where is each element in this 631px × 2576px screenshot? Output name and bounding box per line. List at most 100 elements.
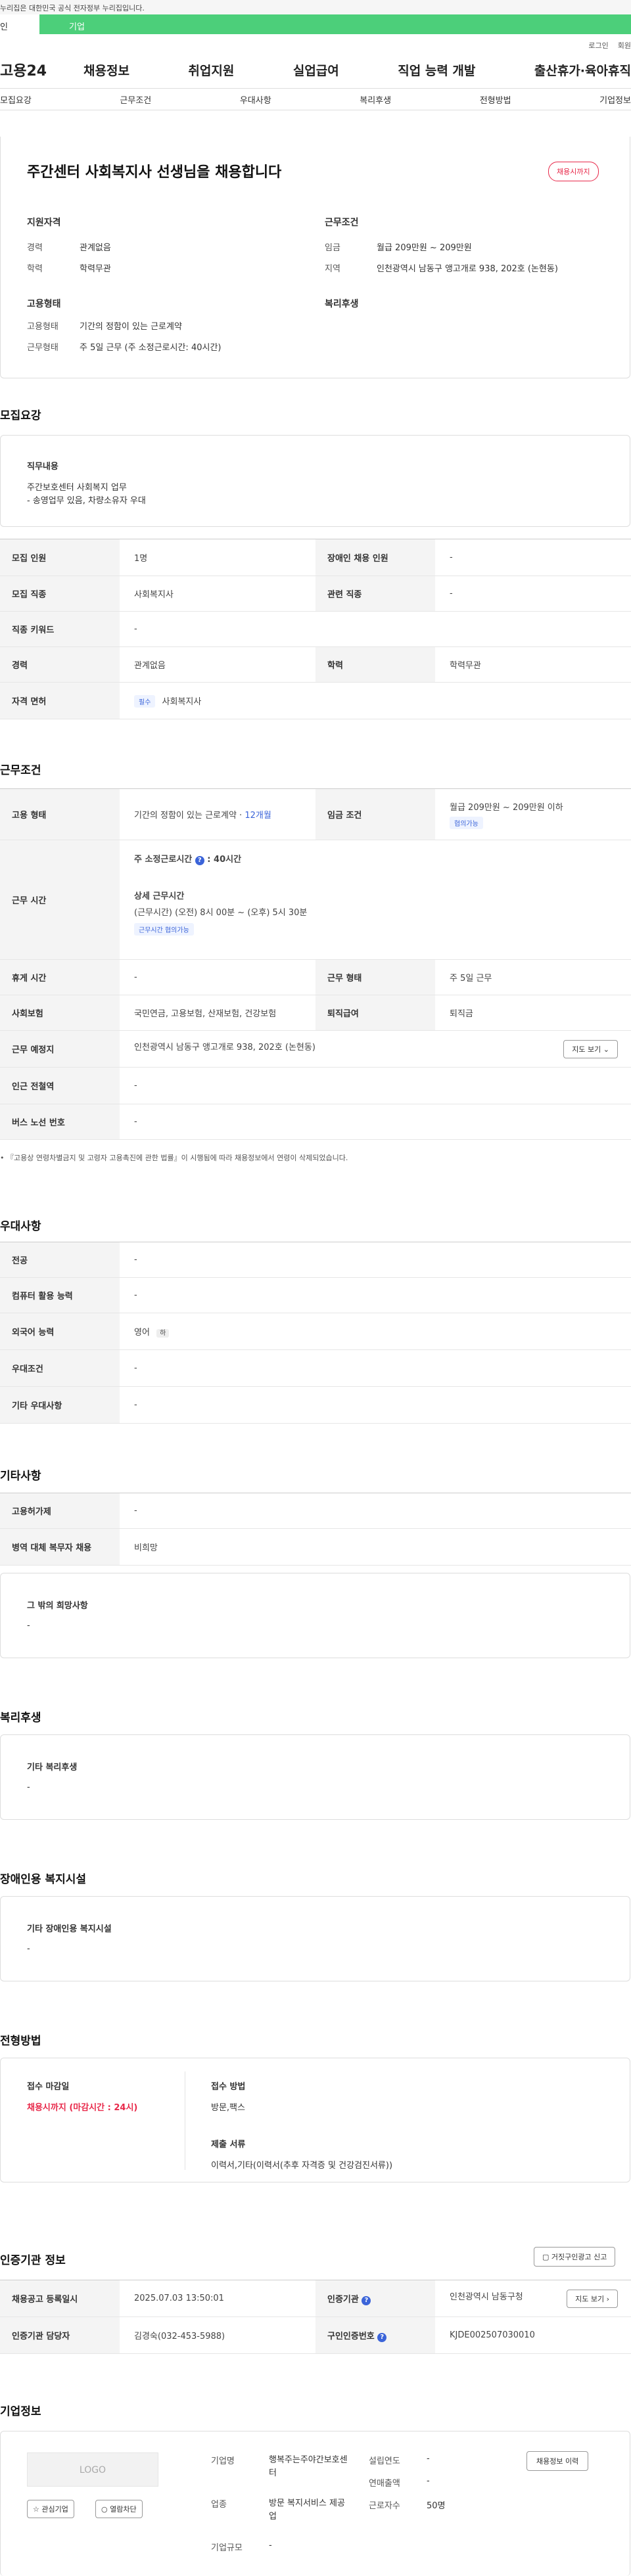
cell: 주 소정근로시간 ? : 40시간 상세 근무시간 (근무시간) (오전) 8시…: [120, 840, 631, 960]
table-row: 인근 전철역 -: [0, 1067, 631, 1104]
detail-hours-label: 상세 근무시간: [134, 892, 185, 901]
table-row: 직종 키워드 -: [0, 611, 631, 647]
duty-card: 직무내용 주간보호센터 사회복지 업무 - 송영업무 있음, 차량소유자 우대: [0, 435, 630, 527]
table-row: 모집 인원 1명 장애인 채용 인원 -: [0, 539, 631, 576]
cell: 국민연금, 고용보험, 산재보험, 건강보험: [134, 1009, 277, 1019]
login-link[interactable]: 로그인: [588, 41, 608, 50]
company-name-label: 기업명: [211, 2456, 235, 2466]
deadline-value: 채용시까지 (마감시간 : 24시): [27, 2103, 138, 2113]
employees-label: 근로자수: [369, 2501, 400, 2511]
cell: -: [134, 1290, 137, 1300]
cell: -: [134, 1400, 137, 1410]
wage-label: 임금: [325, 243, 340, 253]
table-row: 채용공고 등록일시 2025.07.03 13:50:01 인증기관 ? 인천광역시 …: [0, 2280, 631, 2317]
industry-label: 업종: [211, 2500, 227, 2510]
weekly-hours-value: 40시간: [214, 855, 242, 865]
block-view-button[interactable]: ○ 열람차단: [95, 2500, 143, 2518]
anchor-conditions[interactable]: 근무조건: [120, 93, 151, 106]
gnb-unemployment-benefit[interactable]: 실업급여: [293, 61, 339, 79]
edu-value: 학력무관: [80, 264, 111, 274]
tab-personal[interactable]: 인: [0, 14, 39, 34]
gnb-job-training[interactable]: 직업 능력 개발: [398, 61, 475, 79]
section-title-selection: 전형방법: [0, 2035, 41, 2048]
company-logo: LOGO: [27, 2452, 158, 2487]
gnb-parental-leave[interactable]: 출산휴가·육아휴직: [534, 61, 631, 79]
section-title-welfare: 복리후생: [0, 1711, 41, 1725]
wage-value: 월급 209만원 ~ 209만원: [377, 243, 472, 253]
cell: 2025.07.03 13:50:01: [134, 2294, 224, 2303]
job-title: 주간센터 사회복지사 선생님을 채용합니다: [27, 164, 282, 181]
gnb-jobs[interactable]: 채용정보: [83, 61, 129, 79]
docs-label: 제출 서류: [211, 2140, 246, 2150]
employees-value: 50명: [427, 2501, 446, 2511]
location-value: 인천광역시 남동구 앵고개로 938, 202호 (논현동): [377, 264, 558, 274]
cell: 월급 209만원 ~ 209만원 이하 협의가능: [435, 789, 631, 840]
site-logo[interactable]: 고용24: [0, 59, 83, 80]
info-icon[interactable]: ?: [195, 856, 204, 865]
cell-head: 인근 전철역: [0, 1067, 120, 1104]
qual-heading: 지원자격: [27, 217, 61, 228]
disability-value: -: [27, 1944, 30, 1954]
cell-head: 휴게 시간: [0, 959, 120, 995]
notice-text: 누리집은 대한민국 공식 전자정부 누리집입니다.: [0, 4, 145, 12]
level-chip: 하: [156, 1329, 170, 1338]
agency-table: 채용공고 등록일시 2025.07.03 13:50:01 인증기관 ? 인천광역시 …: [0, 2280, 631, 2354]
cell: -: [134, 1117, 137, 1127]
welfare-heading: 복리후생: [325, 299, 359, 309]
anchor-company[interactable]: 기업정보: [599, 93, 631, 106]
emp-type-label: 고용형태: [27, 322, 58, 332]
cell: 1명: [134, 554, 148, 564]
favorite-company-button[interactable]: ☆ 관심기업: [27, 2500, 74, 2518]
cell: -: [134, 1363, 137, 1373]
cell: 비희망: [134, 1543, 158, 1553]
hiring-history-button[interactable]: 채용정보 이력: [526, 2451, 589, 2471]
anchor-welfare[interactable]: 복리후생: [360, 93, 391, 106]
detail-hours-value: (근무시간) (오전) 8시 00분 ~ (오후) 5시 30분: [134, 908, 308, 918]
cell: -: [134, 1081, 137, 1091]
cell: 사회복지사: [134, 590, 174, 600]
cell-head: 버스 노선 번호: [0, 1104, 120, 1140]
welfare-label: 기타 복리후생: [27, 1763, 78, 1773]
anchor-preference[interactable]: 우대사항: [240, 93, 271, 106]
gnb-employment-support[interactable]: 취업지원: [188, 61, 234, 79]
etc-table: 고용허가제 - 병역 대체 복무자 채용 비희망: [0, 1493, 631, 1566]
tab-company[interactable]: 기업: [39, 14, 631, 34]
section-anchor-nav: 모집요강 근무조건 우대사항 복리후생 전형방법 기업정보: [0, 88, 631, 110]
cell: 김경숙(032-453-5988): [134, 2332, 225, 2341]
cell-head: 장애인 채용 인원: [316, 539, 435, 576]
signup-link[interactable]: 회원: [618, 41, 631, 50]
anchor-recruit[interactable]: 모집요강: [0, 93, 32, 106]
anchor-selection[interactable]: 전형방법: [480, 93, 511, 106]
disability-label: 기타 장애인용 복지시설: [27, 1924, 112, 1934]
table-row: 고용 형태 기간의 정함이 있는 근로계약 · 12개월 임금 조건 월급 209만원…: [0, 788, 631, 840]
edu-label: 학력: [27, 264, 43, 274]
table-row: 자격 면허 필수 사회복지사: [0, 682, 631, 719]
cell-head: 학력: [316, 646, 435, 683]
report-button[interactable]: ▢ 거짓구인광고 신고: [534, 2247, 616, 2267]
table-row: 전공 -: [0, 1242, 631, 1278]
cell: 인천광역시 남동구청 지도 보기 ›: [435, 2280, 631, 2317]
cell-head: 모집 인원: [0, 539, 120, 576]
industry-value: 방문 복지서비스 제공업: [269, 2498, 345, 2521]
revenue-label: 연매출액: [369, 2479, 400, 2489]
emp-type-text: 기간의 정함이 있는 근로계약 ·: [134, 811, 245, 821]
disability-card: 기타 장애인용 복지시설 -: [0, 1896, 630, 1981]
founded-label: 설립연도: [369, 2456, 400, 2466]
star-icon: ☆: [33, 2505, 42, 2514]
cell: -: [450, 553, 453, 562]
info-icon[interactable]: ?: [377, 2332, 387, 2342]
cond-heading: 근무조건: [325, 217, 359, 228]
company-size-label: 기업규모: [211, 2543, 243, 2553]
agency-map-button[interactable]: 지도 보기 ›: [567, 2289, 618, 2308]
method-label: 접수 방법: [211, 2082, 246, 2092]
cell-head: 자격 면허: [0, 682, 120, 719]
cell-head: 퇴직급여: [316, 995, 435, 1031]
cell-head: 기타 우대사항: [0, 1386, 120, 1424]
cell-head: 인증기관 ?: [316, 2280, 435, 2317]
section-title-company: 기업정보: [0, 2405, 41, 2418]
map-button[interactable]: 지도 보기 ⌄: [563, 1039, 618, 1058]
info-icon[interactable]: ?: [362, 2295, 371, 2305]
section-title-etc: 기타사항: [0, 1470, 41, 1483]
cell-head: 고용 형태: [0, 788, 120, 840]
cell: -: [134, 1255, 137, 1265]
